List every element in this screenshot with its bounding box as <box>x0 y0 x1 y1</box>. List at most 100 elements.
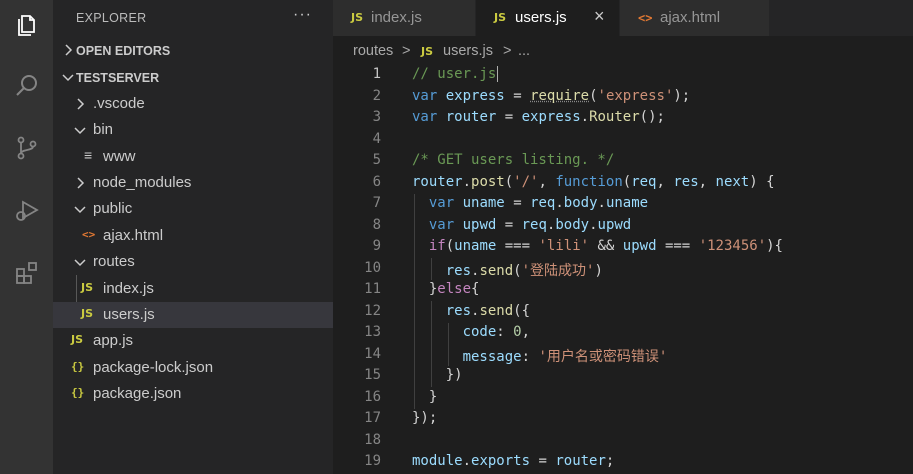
tree-item-label: bin <box>93 121 113 138</box>
open-editors-section[interactable]: OPEN EDITORS <box>53 40 333 64</box>
code-line: 5 /* GET users listing. */ <box>333 150 913 172</box>
tree-item-label: ajax.html <box>103 227 163 244</box>
source-control-icon[interactable] <box>0 124 53 172</box>
line-number: 17 <box>333 410 381 426</box>
tab-label: index.js <box>371 9 422 26</box>
code-line: 9 if(uname === 'lili' && upwd === '12345… <box>333 236 913 258</box>
line-number: 1 <box>333 66 381 82</box>
code-text: message: '用户名或密码错误' <box>412 346 667 366</box>
code-line: 6 router.post('/', function(req, res, ne… <box>333 172 913 194</box>
tree-file-package-lock-json[interactable]: {} package-lock.json <box>53 355 333 381</box>
code-line: 10 res.send('登陆成功') <box>333 258 913 280</box>
breadcrumb-symbols[interactable]: ... <box>518 43 530 59</box>
chevron-down-icon <box>60 69 76 85</box>
tree-file-app-js[interactable]: JS app.js <box>53 328 333 354</box>
line-number: 2 <box>333 88 381 104</box>
line-number: 13 <box>333 324 381 340</box>
code-line: 13 code: 0, <box>333 322 913 344</box>
json-file-icon: {} <box>71 360 89 373</box>
extensions-icon[interactable] <box>0 248 53 296</box>
code-line: 12 res.send({ <box>333 301 913 323</box>
code-text: // user.js <box>412 66 498 82</box>
chevron-right-icon <box>60 42 76 58</box>
tree-folder-vscode[interactable]: .vscode <box>53 91 333 117</box>
run-debug-icon[interactable] <box>0 186 53 234</box>
code-line: 15 }) <box>333 365 913 387</box>
line-number: 3 <box>333 109 381 125</box>
code-line: 3 var router = express.Router(); <box>333 107 913 129</box>
line-number: 12 <box>333 303 381 319</box>
chevron-down-icon <box>72 122 88 138</box>
code-line: 8 var upwd = req.body.upwd <box>333 215 913 237</box>
code-text: if(uname === 'lili' && upwd === '123456'… <box>412 238 783 254</box>
js-file-icon: JS <box>81 281 99 294</box>
breadcrumb-file[interactable]: users.js <box>443 43 493 59</box>
tree-file-ajax-html[interactable]: <> ajax.html <box>53 223 333 249</box>
code-text: }) <box>412 367 463 383</box>
code-line: 19 module.exports = router; <box>333 451 913 473</box>
code-line: 11 }else{ <box>333 279 913 301</box>
line-number: 19 <box>333 453 381 469</box>
tab-label: users.js <box>515 9 567 26</box>
tree-folder-public[interactable]: public <box>53 196 333 222</box>
tree-folder-bin[interactable]: bin <box>53 117 333 143</box>
tree-file-index-js[interactable]: JS index.js <box>53 276 333 302</box>
more-actions-icon[interactable]: ··· <box>293 6 312 24</box>
line-number: 11 <box>333 281 381 297</box>
project-section[interactable]: TESTSERVER <box>53 67 333 91</box>
tab-ajax-html[interactable]: <> ajax.html <box>620 0 770 36</box>
open-editors-label: OPEN EDITORS <box>76 44 170 58</box>
code-line: 14 message: '用户名或密码错误' <box>333 344 913 366</box>
code-text: code: 0, <box>412 324 530 340</box>
tree-item-label: package.json <box>93 385 181 402</box>
code-text: res.send({ <box>412 303 530 319</box>
breadcrumb: routes > JS users.js > ... <box>333 36 913 64</box>
tab-index-js[interactable]: JS index.js <box>333 0 476 36</box>
code-line: 2 var express = require('express'); <box>333 86 913 108</box>
code-line: 16 } <box>333 387 913 409</box>
tab-label: ajax.html <box>660 9 720 26</box>
tree-folder-routes[interactable]: routes <box>53 249 333 275</box>
tree-file-users-js[interactable]: JS users.js <box>53 302 333 328</box>
code-line: 4 <box>333 129 913 151</box>
chevron-right-icon <box>72 96 88 112</box>
tree-file-package-json[interactable]: {} package.json <box>53 381 333 407</box>
chevron-down-icon <box>72 254 88 270</box>
explorer-header: EXPLORER ··· <box>53 0 333 36</box>
code-text: var express = require('express'); <box>412 88 690 104</box>
search-icon[interactable] <box>0 62 53 110</box>
tab-users-js[interactable]: JS users.js × <box>476 0 620 36</box>
code-line: 1 // user.js <box>333 64 913 86</box>
js-file-icon: JS <box>421 45 433 58</box>
code-text: var router = express.Router(); <box>412 109 665 125</box>
tree-item-label: package-lock.json <box>93 359 213 376</box>
code-text: module.exports = router; <box>412 453 614 469</box>
breadcrumb-separator: > <box>402 43 410 59</box>
line-number: 7 <box>333 195 381 211</box>
tree-file-www[interactable]: ≡ www <box>53 144 333 170</box>
js-file-icon: JS <box>494 11 506 24</box>
js-file-icon: JS <box>81 307 99 320</box>
breadcrumb-folder[interactable]: routes <box>353 43 393 59</box>
files-icon[interactable] <box>0 0 53 48</box>
tree-item-label: users.js <box>103 306 155 323</box>
line-number: 6 <box>333 174 381 190</box>
line-number: 8 <box>333 217 381 233</box>
line-number: 10 <box>333 260 381 276</box>
code-line: 7 var uname = req.body.uname <box>333 193 913 215</box>
line-number: 5 <box>333 152 381 168</box>
code-text: res.send('登陆成功') <box>412 260 603 280</box>
tree-item-label: routes <box>93 253 135 270</box>
chevron-down-icon <box>72 201 88 217</box>
code-text: router.post('/', function(req, res, next… <box>412 174 775 190</box>
code-text: }else{ <box>412 281 479 297</box>
code-text: var upwd = req.body.upwd <box>412 217 631 233</box>
close-icon[interactable]: × <box>594 6 605 27</box>
js-file-icon: JS <box>71 333 89 346</box>
code-editor[interactable]: 1 // user.js 2 var express = require('ex… <box>333 64 913 474</box>
activity-bar <box>0 0 53 474</box>
js-file-icon: JS <box>351 11 363 24</box>
tree-item-label: www <box>103 148 136 165</box>
code-text: } <box>412 389 437 405</box>
tree-folder-node-modules[interactable]: node_modules <box>53 170 333 196</box>
